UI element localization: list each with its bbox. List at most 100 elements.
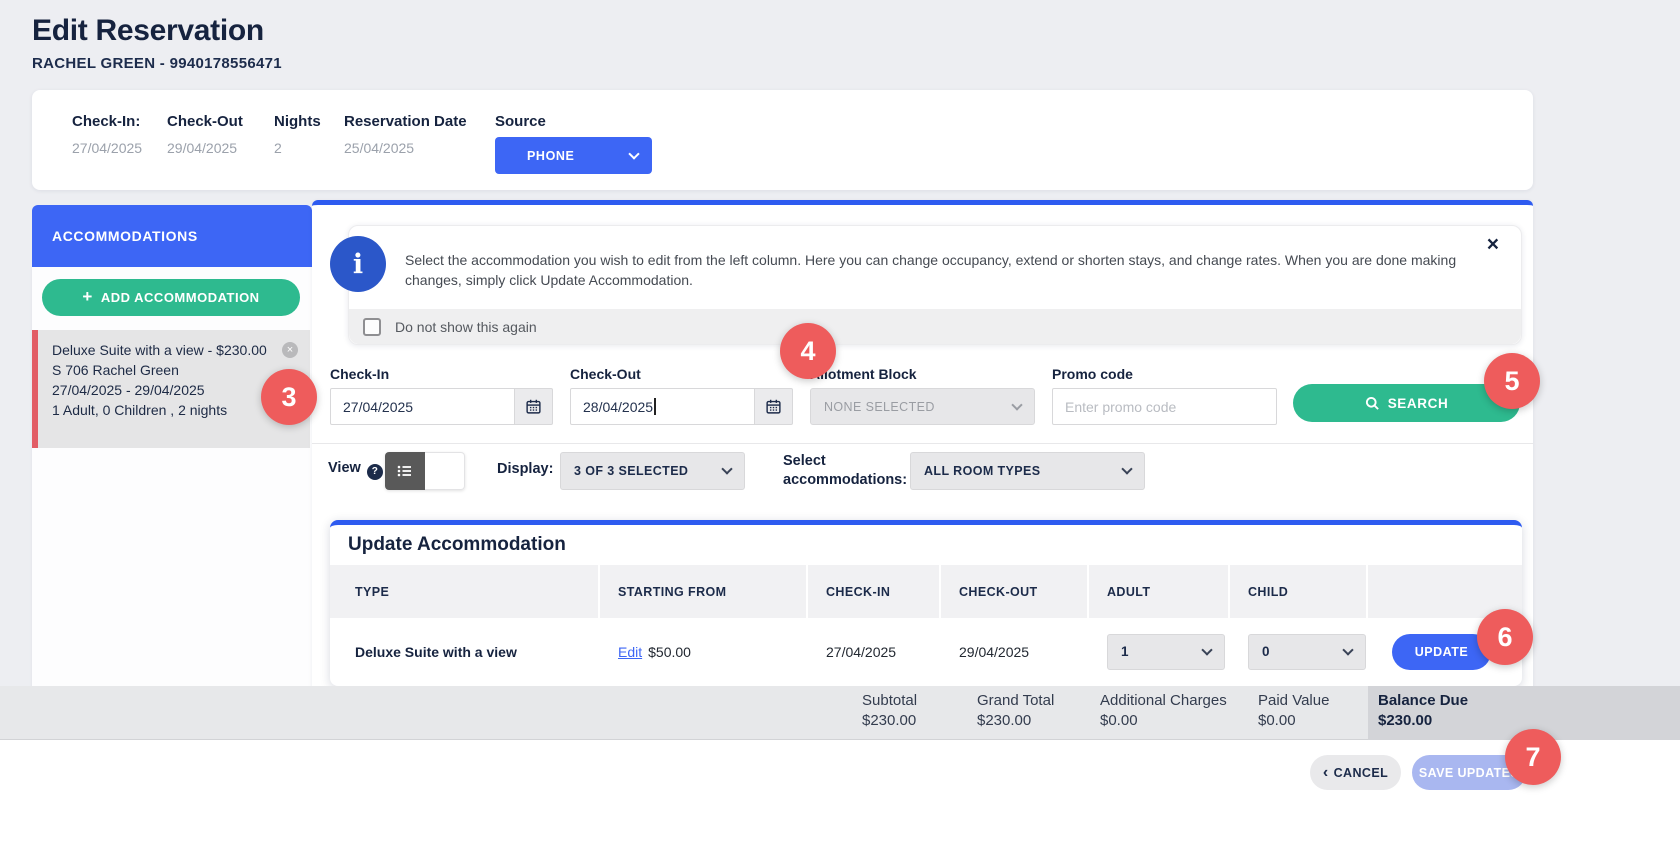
checkin-input[interactable]: 27/04/2025 — [330, 388, 515, 425]
col-header-checkin: CHECK-IN — [808, 565, 941, 618]
allotment-value: NONE SELECTED — [824, 400, 935, 414]
page-header: Edit Reservation RACHEL GREEN - 99401785… — [32, 14, 282, 72]
search-button-label: SEARCH — [1388, 396, 1449, 411]
summary-checkin-value: 27/04/2025 — [72, 140, 142, 156]
checkin-field-group: Check-In 27/04/2025 — [330, 366, 553, 425]
tab-accommodations-label: ACCOMMODATIONS — [52, 228, 198, 244]
summary-source-label: Source — [495, 113, 652, 130]
subtotal-block: Subtotal $230.00 — [862, 692, 917, 729]
checkout-calendar-icon[interactable] — [755, 388, 793, 425]
chevron-down-icon — [1121, 463, 1132, 474]
row-type: Deluxe Suite with a view — [355, 644, 517, 660]
text-caret — [654, 398, 656, 415]
promo-field-group: Promo code — [1052, 366, 1277, 425]
summary-resdate-label: Reservation Date — [344, 113, 467, 130]
summary-checkout: Check-Out 29/04/2025 — [167, 113, 243, 156]
source-dropdown-value: PHONE — [527, 149, 574, 163]
grand-total-block: Grand Total $230.00 — [977, 692, 1054, 729]
annotation-badge-5: 5 — [1484, 353, 1540, 409]
help-icon[interactable]: ? — [367, 464, 383, 480]
summary-nights-label: Nights — [274, 113, 321, 130]
chevron-down-icon — [721, 463, 732, 474]
chevron-down-icon — [1342, 644, 1353, 655]
room-types-dropdown[interactable]: ALL ROOM TYPES — [910, 452, 1145, 490]
table-row: Deluxe Suite with a view Edit $50.00 27/… — [330, 618, 1522, 685]
checkin-label: Check-In — [330, 366, 553, 382]
view-label: View — [328, 460, 361, 476]
paid-value-block: Paid Value $0.00 — [1258, 692, 1329, 729]
checkin-value: 27/04/2025 — [343, 399, 413, 415]
cancel-button[interactable]: ‹ CANCEL — [1310, 755, 1401, 790]
subtotal-label: Subtotal — [862, 692, 917, 709]
update-accommodation-card: Update Accommodation TYPE STARTING FROM … — [330, 520, 1522, 686]
additional-charges-block: Additional Charges $0.00 — [1100, 692, 1227, 729]
child-count-value: 0 — [1262, 644, 1270, 659]
col-header-adult: ADULT — [1089, 565, 1230, 618]
summary-nights: Nights 2 — [274, 113, 321, 156]
annotation-badge-6: 6 — [1477, 609, 1533, 665]
summary-checkout-value: 29/04/2025 — [167, 140, 243, 156]
promo-label: Promo code — [1052, 366, 1277, 382]
display-label: Display: — [497, 461, 553, 477]
annotation-badge-3: 3 — [261, 369, 317, 425]
summary-checkout-label: Check-Out — [167, 113, 243, 130]
guest-name-id: RACHEL GREEN - 9940178556471 — [32, 55, 282, 72]
summary-resdate-value: 25/04/2025 — [344, 140, 467, 156]
edit-reservation-page: Edit Reservation RACHEL GREEN - 99401785… — [0, 0, 1680, 849]
do-not-show-label: Do not show this again — [395, 319, 537, 335]
view-toggle — [385, 452, 465, 490]
summary-source: Source PHONE — [495, 113, 652, 174]
summary-checkin: Check-In: 27/04/2025 — [72, 113, 142, 156]
adult-count-value: 1 — [1121, 644, 1129, 659]
close-banner-icon[interactable]: × — [1487, 234, 1499, 255]
checkin-calendar-icon[interactable] — [515, 388, 553, 425]
summary-checkin-label: Check-In: — [72, 113, 142, 130]
select-accommodations-label: Select accommodations: — [783, 452, 907, 490]
adult-count-dropdown[interactable]: 1 — [1107, 634, 1225, 670]
banner-footer: Do not show this again — [349, 309, 1521, 344]
edit-rate-link[interactable]: Edit — [618, 644, 642, 660]
display-dropdown-value: 3 OF 3 SELECTED — [574, 464, 688, 478]
paid-value-label: Paid Value — [1258, 692, 1329, 709]
add-accommodation-button[interactable]: + ADD ACCOMMODATION — [42, 279, 300, 316]
col-header-checkout: CHECK-OUT — [941, 565, 1089, 618]
col-header-starting-from: STARTING FROM — [600, 565, 808, 618]
allotment-dropdown[interactable]: NONE SELECTED — [810, 388, 1035, 425]
table-header-row: TYPE STARTING FROM CHECK-IN CHECK-OUT AD… — [330, 565, 1522, 618]
accommodation-card-room: S 706 Rachel Green — [52, 360, 284, 380]
paid-value-value: $0.00 — [1258, 712, 1329, 729]
additional-charges-label: Additional Charges — [1100, 692, 1227, 709]
panel-divider — [312, 443, 1533, 444]
grid-view-toggle-off[interactable] — [425, 452, 465, 490]
annotation-badge-4: 4 — [780, 323, 836, 379]
child-count-dropdown[interactable]: 0 — [1248, 634, 1366, 670]
promo-code-input[interactable] — [1052, 388, 1277, 425]
remove-accommodation-icon[interactable]: × — [282, 342, 298, 358]
info-icon: i — [330, 236, 386, 292]
info-banner-text: Select the accommodation you wish to edi… — [405, 250, 1485, 290]
display-dropdown[interactable]: 3 OF 3 SELECTED — [560, 452, 745, 490]
checkout-input[interactable]: 28/04/2025 — [570, 388, 755, 425]
update-accommodation-title: Update Accommodation — [348, 534, 566, 556]
source-dropdown[interactable]: PHONE — [495, 137, 652, 174]
allotment-field-group: Allotment Block NONE SELECTED — [810, 366, 1035, 425]
chevron-down-icon — [1011, 399, 1022, 410]
grand-total-value: $230.00 — [977, 712, 1054, 729]
tab-accommodations[interactable]: ACCOMMODATIONS — [32, 205, 312, 267]
chevron-down-icon — [628, 148, 639, 159]
checkout-label: Check-Out — [570, 366, 793, 382]
list-icon — [396, 462, 414, 480]
save-updates-label: SAVE UPDATES — [1419, 766, 1519, 780]
col-header-type: TYPE — [330, 565, 600, 618]
info-banner: Select the accommodation you wish to edi… — [348, 225, 1522, 345]
col-header-child: CHILD — [1230, 565, 1368, 618]
add-accommodation-label: ADD ACCOMMODATION — [101, 290, 260, 305]
subtotal-value: $230.00 — [862, 712, 917, 729]
balance-due-label: Balance Due — [1378, 692, 1468, 709]
room-types-dropdown-value: ALL ROOM TYPES — [924, 464, 1041, 478]
balance-due-block: Balance Due $230.00 — [1378, 692, 1468, 729]
grand-total-label: Grand Total — [977, 692, 1054, 709]
view-label-group: View? — [328, 459, 383, 480]
list-view-toggle-on[interactable] — [385, 452, 425, 490]
do-not-show-checkbox[interactable] — [363, 318, 381, 336]
